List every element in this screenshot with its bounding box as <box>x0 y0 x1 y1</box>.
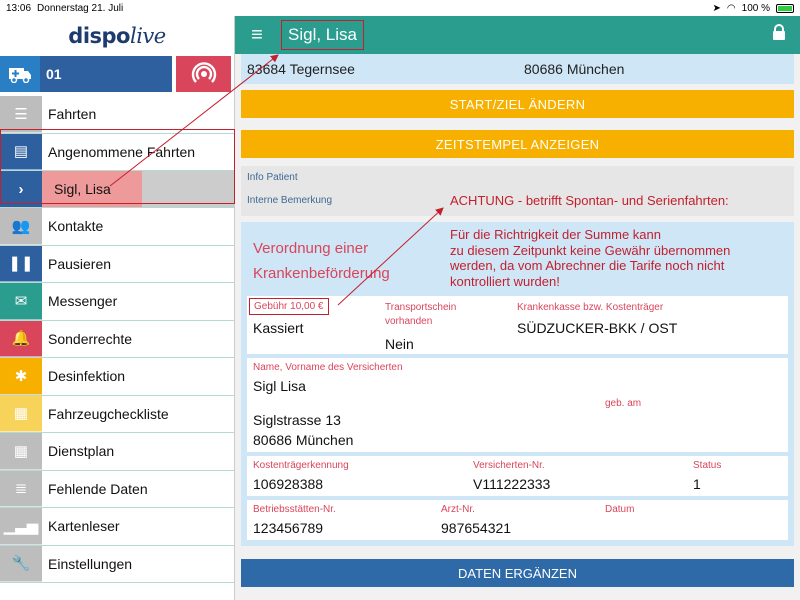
app-logo: dispo live <box>68 24 166 48</box>
database-icon: ≣ <box>0 470 42 507</box>
vnr-label: Versicherten-Nr. <box>473 460 545 471</box>
warning-text: Für die Richtrigkeit der Summe kann zu d… <box>450 227 731 289</box>
status-date: Donnerstag 21. Juli <box>37 2 124 14</box>
card-title-line1: Verordnung einer <box>253 240 369 257</box>
signal-bars-icon: ▁▃▅ <box>0 508 42 545</box>
kt-section: Kostenträgerkennung 106928388 Versichert… <box>247 456 788 496</box>
header-bar: ≡ Sigl, Lisa <box>235 16 800 54</box>
envelope-icon: ✉ <box>0 283 42 320</box>
list-icon: ☰ <box>0 96 42 133</box>
bsnr-value: 123456789 <box>253 520 324 536</box>
lock-icon[interactable] <box>772 24 786 46</box>
zeitstempel-button[interactable]: ZEITSTEMPEL ANZEIGEN <box>241 130 794 158</box>
bug-icon: ✱ <box>0 358 42 395</box>
datum-label: Datum <box>605 504 635 515</box>
sidebar-item-7[interactable]: ▦ Fahrzeugchecklistе <box>0 395 234 433</box>
sidebar-item-label: Fahrten <box>48 106 97 123</box>
info-patient-label[interactable]: Info Patient <box>247 172 298 183</box>
name-label: Name, Vorname des Versicherten <box>253 362 403 373</box>
sidebar-item-label: Desinfektion <box>48 368 126 385</box>
geb-label: geb. am <box>605 398 642 409</box>
page-title: Sigl, Lisa <box>281 20 364 50</box>
vehicle-number: 01 <box>46 66 62 82</box>
address-from: 83684 Tegernsee <box>247 61 355 77</box>
wrench-icon: 🔧 <box>0 545 42 582</box>
sidebar-item-8[interactable]: ▦ Dienstplan <box>0 433 234 471</box>
sidebar-item-label: Dienstplan <box>48 443 115 460</box>
location-icon: ➤ <box>712 2 721 14</box>
wifi-icon: ◠ <box>726 2 736 14</box>
kasse-label: Krankenkasse bzw. Kostenträger <box>517 302 664 313</box>
city-value: 80686 München <box>253 432 354 448</box>
sidebar-item-label: Fahrzeugchecklistе <box>48 405 169 422</box>
street-value: Siglstrasse 13 <box>253 412 341 428</box>
kt-label: Kostenträgerkennung <box>253 460 349 471</box>
info-section: Info Patient Interne Bemerkung <box>241 166 794 216</box>
sidebar-item-3[interactable]: ❚❚ Pausieren <box>0 245 234 283</box>
sidebar-item-label: Pausieren <box>48 255 112 272</box>
hamburger-menu-icon[interactable]: ≡ <box>235 24 279 47</box>
sidebar: dispo live 01 ☰ Fahrten ▤ Angenommene Fahrte… <box>0 16 235 600</box>
vehicle-bar: 01 <box>0 56 234 92</box>
bell-icon: 🔔 <box>0 320 42 357</box>
sidebar-item-5[interactable]: 🔔 Sonderrechte <box>0 320 234 358</box>
ambulance-icon <box>0 56 40 92</box>
people-icon: 👥 <box>0 208 42 245</box>
interne-bemerkung-label[interactable]: Interne Bemerkung <box>247 195 332 206</box>
sidebar-item-4[interactable]: ✉ Messenger <box>0 283 234 321</box>
status-bar: 13:06 Donnerstag 21. Juli ➤ ◠ 100 % <box>0 0 800 16</box>
sidebar-item-label: Kartenleser <box>48 518 120 535</box>
sidebar-item-0[interactable]: ☰ Fahrten <box>0 96 234 134</box>
sidebar-item-6[interactable]: ✱ Desinfektion <box>0 358 234 396</box>
sidebar-item-label: Kontakte <box>48 218 104 235</box>
warning-heading: ACHTUNG - betrifft Spontan- und Serienfa… <box>450 193 729 208</box>
sidebar-item-11[interactable]: 🔧 Einstellungen <box>0 545 234 583</box>
battery-percent: 100 % <box>741 2 770 14</box>
kt-value: 106928388 <box>253 476 324 492</box>
kasse-value: SÜDZUCKER-BKK / OST <box>517 320 678 336</box>
sidebar-item-label: Fehlende Daten <box>48 480 148 497</box>
bsnr-section: Betriebsstätten-Nr. 123456789 Arzt-Nr. 9… <box>247 500 788 540</box>
address-to: 80686 München <box>524 61 625 77</box>
vehicle-selector[interactable]: 01 <box>0 56 172 92</box>
transport-label-2: vorhanden <box>385 316 433 327</box>
insured-section: Name, Vorname des Versicherten Sigl Lisa… <box>247 358 788 452</box>
radio-signal-icon <box>191 62 216 83</box>
vnr-value: V111222333 <box>473 476 551 492</box>
transport-value: Nein <box>385 336 414 352</box>
sidebar-item-9[interactable]: ≣ Fehlende Daten <box>0 470 234 508</box>
fee-section: Gebühr 10,00 € Kassiert Transportschein … <box>247 296 788 354</box>
address-row: 83684 Tegernsee 80686 München <box>241 54 794 84</box>
name-value: Sigl Lisa <box>253 378 306 394</box>
start-ziel-button[interactable]: START/ZIEL ÄNDERN <box>241 90 794 118</box>
checklist-icon: ▦ <box>0 395 42 432</box>
battery-icon <box>776 3 794 13</box>
fee-label: Gebühr 10,00 € <box>249 298 329 315</box>
card-title-line2: Krankenbeförderung <box>253 265 390 282</box>
sidebar-item-label: Sonderrechte <box>48 330 133 347</box>
arzt-value: 987654321 <box>441 520 512 536</box>
sidebar-item-label: Messenger <box>48 293 118 310</box>
bsnr-label: Betriebsstätten-Nr. <box>253 504 336 515</box>
sidebar-item-label: Einstellungen <box>48 555 133 572</box>
radio-button[interactable] <box>176 56 231 92</box>
arzt-label: Arzt-Nr. <box>441 504 475 515</box>
transport-label-1: Transportschein <box>385 302 457 313</box>
status-label: Status <box>693 460 722 471</box>
schedule-icon: ▦ <box>0 433 42 470</box>
pause-icon: ❚❚ <box>0 245 42 282</box>
sidebar-item-2[interactable]: 👥 Kontakte <box>0 208 234 246</box>
status-time: 13:06 <box>6 2 32 14</box>
fee-value: Kassiert <box>253 320 304 336</box>
daten-ergaenzen-button[interactable]: DATEN ERGÄNZEN <box>241 559 794 587</box>
sidebar-item-10[interactable]: ▁▃▅ Kartenleser <box>0 508 234 546</box>
main-content: 83684 Tegernsee 80686 München START/ZIEL… <box>235 54 800 600</box>
annotation-highlight-box <box>0 129 235 204</box>
status-value: 1 <box>693 476 701 492</box>
